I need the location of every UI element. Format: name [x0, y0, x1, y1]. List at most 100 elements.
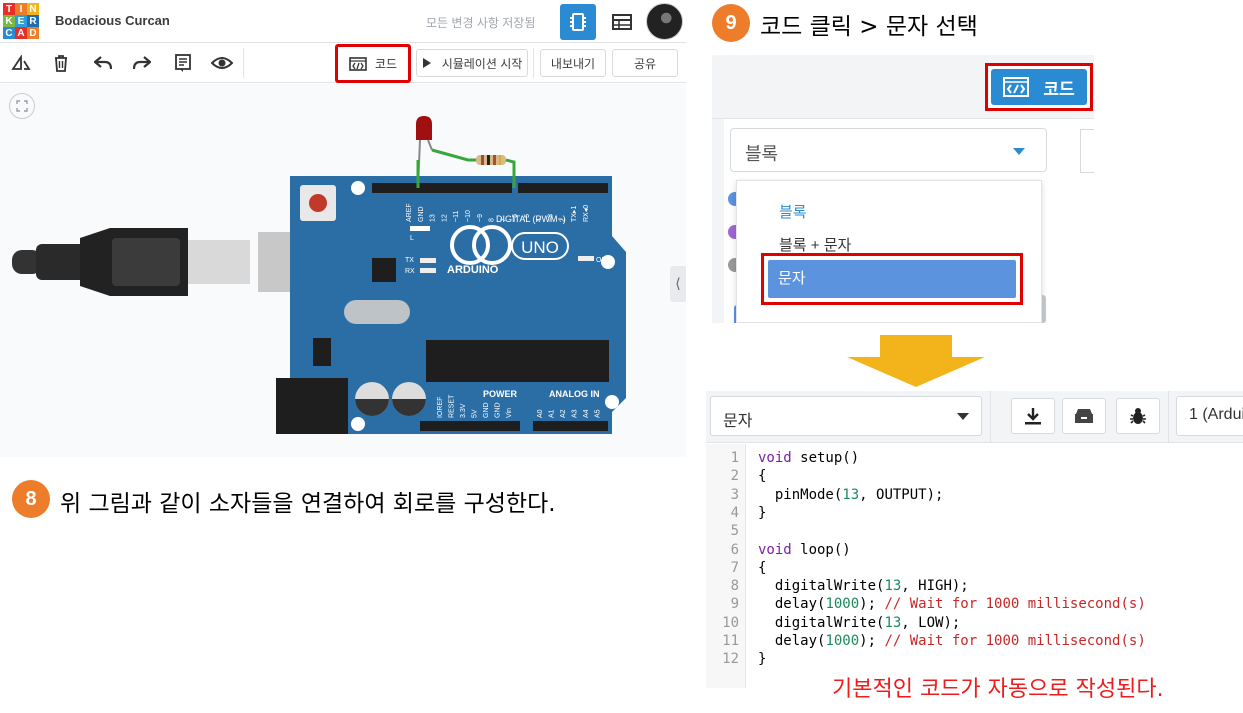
led-label-tx: TX	[405, 257, 414, 264]
step-8-caption: 위 그림과 같이 소자들을 연결하여 회로를 구성한다.	[60, 491, 556, 517]
pin-label: ~5	[524, 214, 531, 222]
circuit-view-button[interactable]	[560, 4, 596, 40]
pin-label: ~9	[477, 214, 484, 222]
logo-letter: I	[15, 3, 27, 15]
arduino-uno-board[interactable]: UNO ARDUINO DIGITAL (PWM~) POWER ANALOG …	[276, 176, 626, 434]
line-number: 8	[730, 578, 739, 595]
code-icon	[349, 56, 367, 71]
save-status: 모든 변경 사항 저장됨	[426, 16, 536, 30]
toolbar-divider	[533, 48, 534, 78]
line-number: 9	[730, 596, 739, 613]
export-button[interactable]: 내보내기	[540, 49, 606, 77]
code-button-large-label: 코드	[1043, 79, 1075, 99]
tinkercad-logo[interactable]: T I N K E R C A D	[3, 3, 39, 39]
led-label-rx: RX	[405, 268, 415, 275]
code-mode-selected: 블록	[745, 144, 779, 164]
notes-icon[interactable]	[170, 51, 196, 75]
pin-label: IOREF	[437, 397, 444, 418]
code-mode-menu: 블록 블록 + 문자 문자	[736, 180, 1042, 323]
project-name[interactable]: Bodacious Curcan	[55, 13, 170, 28]
text-option-highlight: 문자	[761, 253, 1023, 305]
code-button[interactable]: 코드	[335, 44, 411, 83]
pin-label: A5	[595, 409, 602, 418]
resistor[interactable]	[476, 155, 506, 165]
led-label-on: ON	[596, 257, 607, 264]
share-button[interactable]: 공유	[612, 49, 678, 77]
pin-label: AREF	[406, 203, 413, 222]
toolbar-divider	[243, 48, 244, 78]
start-simulation-button[interactable]: 시뮬레이션 시작	[416, 49, 528, 77]
code-mode-select[interactable]: 문자	[710, 396, 982, 436]
code-line: {	[758, 559, 767, 576]
line-number: 12	[722, 651, 739, 668]
menu-item-blocks[interactable]: 블록	[779, 201, 807, 222]
play-icon	[422, 58, 431, 68]
wire-led-resistor[interactable]	[431, 148, 476, 162]
pin-label: ~6	[512, 214, 519, 222]
download-code-button[interactable]	[1011, 398, 1055, 434]
library-icon	[1075, 409, 1093, 423]
rotate-icon[interactable]	[8, 51, 34, 75]
tinkercad-top-bar: T I N K E R C A D Bodacious Curcan 모든 변경…	[0, 0, 686, 43]
line-number: 6	[730, 541, 739, 558]
pin-label: 5V	[472, 409, 479, 418]
pin-label: GND	[495, 402, 502, 418]
code-button-large[interactable]: 코드	[991, 69, 1087, 105]
pin-label: RX◂0	[583, 205, 590, 222]
component-list-button[interactable]	[604, 4, 640, 40]
pin-label: GND	[483, 402, 490, 418]
chevron-down-icon	[957, 413, 969, 420]
device-select[interactable]: 1 (Arduino Uno R3)	[1176, 396, 1243, 436]
pin-label: ~10	[465, 210, 472, 222]
code-editor-panel: 문자 1 (Arduino Uno R3) 123456789101112 vo…	[706, 391, 1243, 688]
logo-letter: R	[27, 15, 39, 27]
debug-icon	[1130, 408, 1146, 424]
debugger-button[interactable]	[1116, 398, 1160, 434]
visibility-icon[interactable]	[209, 51, 235, 75]
menu-item-blocks-text[interactable]: 블록 + 문자	[779, 234, 851, 255]
line-number: 5	[730, 523, 739, 540]
editor-tool-button[interactable]	[1080, 129, 1094, 173]
line-number: 11	[722, 633, 739, 649]
line-number: 1	[730, 450, 739, 466]
code-line: void setup()	[758, 450, 860, 466]
undo-icon[interactable]	[90, 51, 116, 75]
code-button-highlight: 코드	[985, 63, 1093, 111]
pin-label: 12	[441, 214, 448, 222]
code-mode-select[interactable]: 블록	[730, 128, 1047, 172]
line-number: 10	[722, 614, 739, 631]
workplane-canvas[interactable]: ⟨ UNO ARDUINO DIGITAL (PWM~) POWER ANALO…	[0, 84, 686, 457]
logo-letter: A	[15, 27, 27, 39]
board-brand-text: ARDUINO	[447, 264, 499, 276]
redo-icon[interactable]	[129, 51, 155, 75]
code-mode-selected: 문자	[723, 413, 753, 430]
library-button[interactable]	[1062, 398, 1106, 434]
pin-label: RESET	[449, 394, 456, 418]
menu-item-text[interactable]: 문자	[768, 260, 1016, 298]
step-8-badge: 8	[12, 480, 50, 518]
step-9-caption: 코드 클릭 > 문자 선택	[760, 14, 978, 40]
download-icon	[1025, 408, 1041, 425]
logo-letter: E	[15, 15, 27, 27]
code-line: }	[758, 651, 767, 668]
pin-label: A2	[560, 409, 567, 418]
pin-label: 4	[536, 218, 543, 222]
line-number: 3	[730, 486, 739, 503]
pin-label: A1	[549, 409, 556, 418]
chevron-down-icon	[1013, 148, 1025, 155]
pin-label: 13	[430, 214, 437, 222]
delete-icon[interactable]	[48, 51, 74, 75]
logo-letter: C	[3, 27, 15, 39]
code-line: {	[758, 468, 767, 485]
tinkercad-circuit-editor: T I N K E R C A D Bodacious Curcan 모든 변경…	[0, 0, 686, 457]
line-number: 4	[730, 504, 739, 521]
code-editor-toolbar: 문자 1 (Arduino Uno R3)	[706, 391, 1243, 443]
user-avatar[interactable]	[646, 3, 683, 40]
code-text-area[interactable]: void setup() { pinMode(13, OUTPUT);} void …	[746, 444, 1243, 688]
code-line: void loop()	[758, 541, 851, 558]
toolbar-divider	[1168, 391, 1169, 443]
logo-letter: T	[3, 3, 15, 15]
step-9-badge: 9	[712, 4, 750, 42]
line-number-gutter: 1 2 3 4 5 6 7 8 9 10 11 12	[706, 444, 746, 688]
power-label-text: POWER	[483, 389, 518, 399]
